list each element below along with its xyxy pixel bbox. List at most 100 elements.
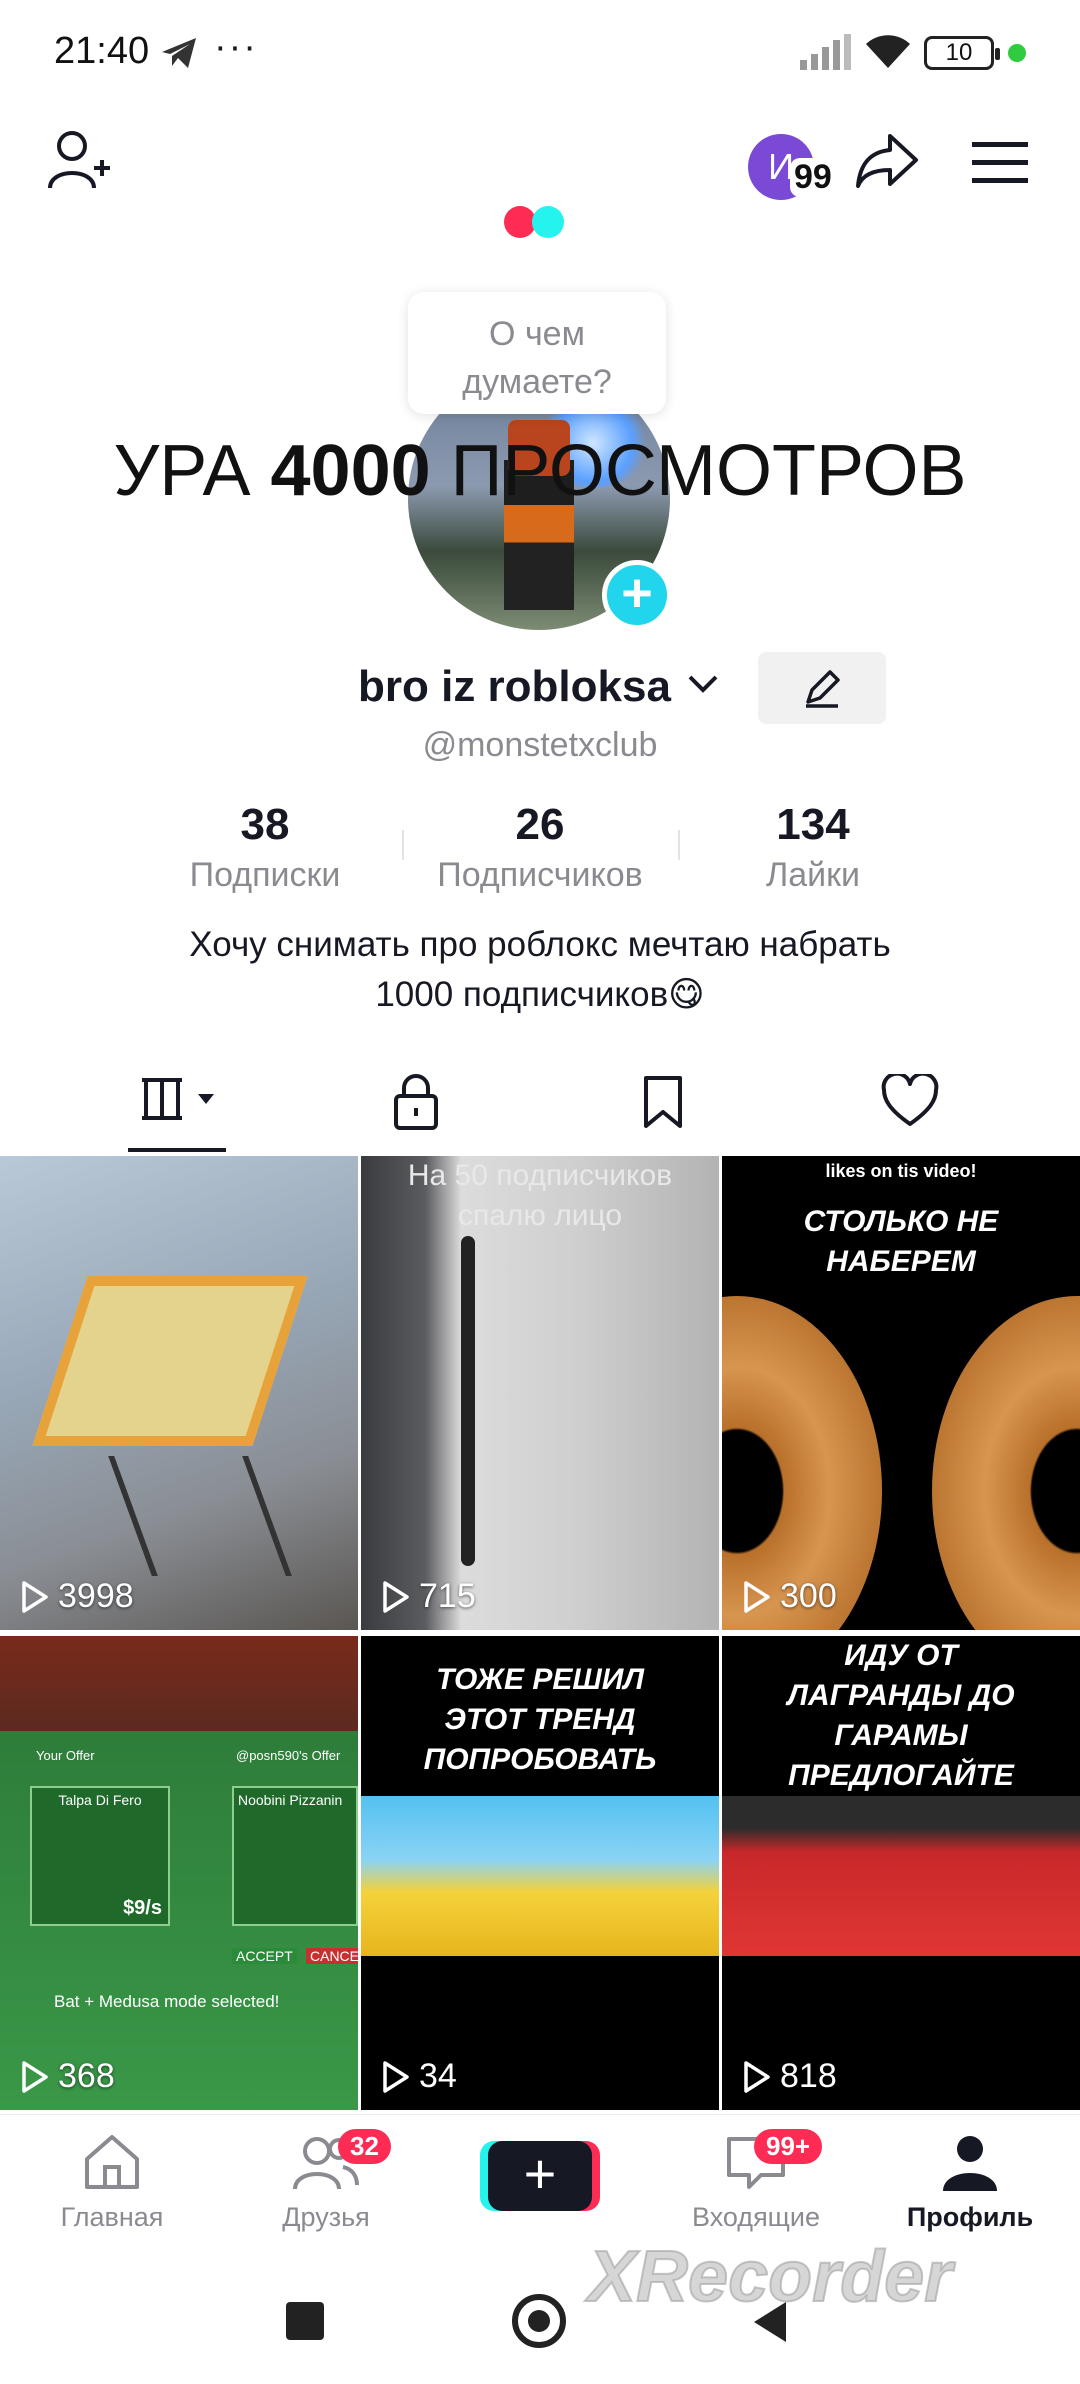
status-time: 21:40	[54, 30, 150, 72]
video-views-count: 368	[58, 2057, 115, 2095]
stat-likes[interactable]: 134 Лайки	[683, 800, 943, 895]
thumbnail-scene	[361, 1796, 719, 1956]
menu-icon[interactable]	[972, 142, 1028, 189]
profile-tabs	[0, 1060, 1080, 1156]
overlay-prefix: УРА	[113, 431, 271, 511]
nav-friends-label: Друзья	[282, 2202, 370, 2232]
video-views: 818	[742, 2057, 837, 2096]
video-views: 715	[381, 1577, 476, 1616]
video-thumbnail[interactable]: ТОЖЕ РЕШИЛ ЭТОТ ТРЕНД ПОПРОБОВАТЬ 34	[361, 1636, 719, 2110]
thumbnail-scene	[32, 1276, 308, 1446]
play-icon	[22, 1580, 48, 1613]
add-avatar-button[interactable]: +	[602, 560, 672, 630]
privacy-indicator-dot	[1008, 44, 1026, 62]
home-icon	[85, 2135, 139, 2189]
video-caption: ТОЖЕ РЕШИЛ ЭТОТ ТРЕНД ПОПРОБОВАТЬ	[423, 1663, 657, 1776]
video-thumbnail[interactable]: likes on tis video! СТОЛЬКО НЕ НАБЕРЕМ 3…	[722, 1156, 1080, 1630]
offer-cancel: CANCE	[306, 1948, 358, 1964]
thought-bubble[interactable]: О чем думаете?	[408, 292, 666, 414]
video-top-text: likes on tis video!	[825, 1161, 977, 1181]
friends-badge: 32	[338, 2129, 391, 2164]
bio-line1: Хочу снимать про роблокс мечтаю набрать	[189, 925, 891, 964]
video-thumbnail[interactable]: Your Offer @posn590's Offer Talpa Di Fer…	[0, 1636, 358, 2110]
home-button-icon[interactable]	[512, 2294, 566, 2348]
story-count-badge: 99	[790, 158, 836, 197]
tab-saved[interactable]	[642, 1074, 684, 1135]
nav-friends[interactable]: Друзья 32	[246, 2129, 406, 2233]
video-views: 368	[20, 2057, 115, 2096]
thought-bubble-line2: думаете?	[462, 363, 612, 401]
profile-bio: Хочу снимать про роблокс мечтаю набрать …	[0, 920, 1080, 1020]
nav-profile-label: Профиль	[906, 2202, 1034, 2232]
stat-followers-label: Подписчиков	[437, 856, 643, 894]
active-tab-indicator	[128, 1148, 226, 1152]
chevron-down-icon[interactable]	[686, 672, 720, 701]
video-thumbnail[interactable]: 3998	[0, 1156, 358, 1630]
battery-icon: 10	[924, 36, 1000, 70]
overlay-suffix: ПРОСМОТРОВ	[430, 431, 967, 511]
video-thumbnail[interactable]: На 50 подписчиков спалю лицо 715	[361, 1156, 719, 1630]
stat-followers[interactable]: 26 Подписчиков	[410, 800, 670, 895]
nav-profile[interactable]: Профиль	[890, 2133, 1050, 2233]
profile-icon	[943, 2136, 997, 2191]
profile-handle: @monstetxclub	[422, 726, 658, 764]
thumbnail-scene	[932, 1296, 1080, 1630]
thought-bubble-line1: О чем	[489, 315, 585, 353]
recorder-watermark: XRecorder	[587, 2236, 953, 2318]
video-views-count: 715	[419, 1577, 476, 1615]
edit-profile-button[interactable]	[758, 652, 886, 724]
tab-private[interactable]	[392, 1074, 440, 1135]
status-bar: 21:40 ··· 10	[0, 0, 1080, 108]
video-views-count: 300	[780, 1577, 837, 1615]
play-icon	[744, 1580, 770, 1613]
thumbnail-scene: Noobini Pizzanin	[232, 1786, 358, 1926]
video-thumbnail[interactable]: ИДУ ОТ ЛАГРАНДЫ ДО ГАРАМЫ ПРЕДЛОГАЙТЕ ТР…	[722, 1636, 1080, 2110]
offer-right-label: @posn590's Offer	[236, 1748, 341, 1763]
stat-following-label: Подписки	[189, 856, 341, 894]
more-notifications-icon: ···	[214, 26, 258, 68]
bio-line2: 1000 подписчиков😋	[375, 975, 705, 1014]
video-grid: 3998 На 50 подписчиков спалю лицо 715 li…	[0, 1156, 1080, 2110]
thumbnail-scene: Talpa Di Fero $9/s	[30, 1786, 170, 1926]
tiktok-dots-logo	[504, 206, 564, 243]
play-icon	[383, 2060, 409, 2093]
inbox-badge: 99+	[754, 2129, 823, 2164]
thumbnail-scene	[108, 1456, 292, 1576]
stat-likes-label: Лайки	[765, 856, 861, 894]
add-friend-icon[interactable]	[46, 128, 112, 197]
tab-liked[interactable]	[880, 1071, 940, 1133]
profile-username[interactable]: bro iz robloksa	[358, 662, 671, 712]
pencil-icon	[806, 670, 840, 708]
stat-following[interactable]: 38 Подписки	[135, 800, 395, 895]
offer-accept: ACCEPT	[232, 1948, 297, 1964]
wifi-icon	[864, 32, 912, 75]
offer-item-right: Noobini Pizzanin	[238, 1792, 343, 1808]
share-icon[interactable]	[854, 130, 920, 195]
play-icon	[383, 1580, 409, 1613]
bottom-navigation: Главная Друзья 32 + Входящие 99+ Профиль	[0, 2114, 1080, 2244]
video-views: 34	[381, 2057, 457, 2096]
offer-item-left: Talpa Di Fero	[58, 1792, 142, 1808]
tab-videos[interactable]	[140, 1074, 220, 1129]
offer-price-left: $9/s	[123, 1897, 162, 1919]
stat-followers-value: 26	[515, 800, 565, 849]
offer-left-label: Your Offer	[36, 1748, 95, 1763]
video-views: 3998	[20, 1577, 134, 1616]
video-views-count: 3998	[58, 1577, 134, 1615]
video-caption: СТОЛЬКО НЕ НАБЕРЕМ	[803, 1205, 999, 1278]
overlay-number: 4000	[270, 431, 431, 511]
video-views-count: 818	[780, 2057, 837, 2095]
video-caption: На 50 подписчиков спалю лицо	[407, 1159, 673, 1232]
stat-divider	[402, 830, 404, 860]
play-icon	[744, 2060, 770, 2093]
thumbnail-scene	[722, 1796, 1080, 1956]
recent-apps-icon[interactable]	[286, 2302, 324, 2340]
create-video-button[interactable]: +	[480, 2141, 600, 2211]
create-icon: +	[488, 2141, 592, 2211]
nav-home[interactable]: Главная	[32, 2133, 192, 2233]
lock-icon	[394, 1074, 438, 1130]
stat-following-value: 38	[240, 800, 290, 849]
nav-inbox[interactable]: Входящие 99+	[676, 2129, 836, 2233]
bookmark-icon	[644, 1076, 682, 1128]
stat-likes-value: 134	[776, 800, 850, 849]
